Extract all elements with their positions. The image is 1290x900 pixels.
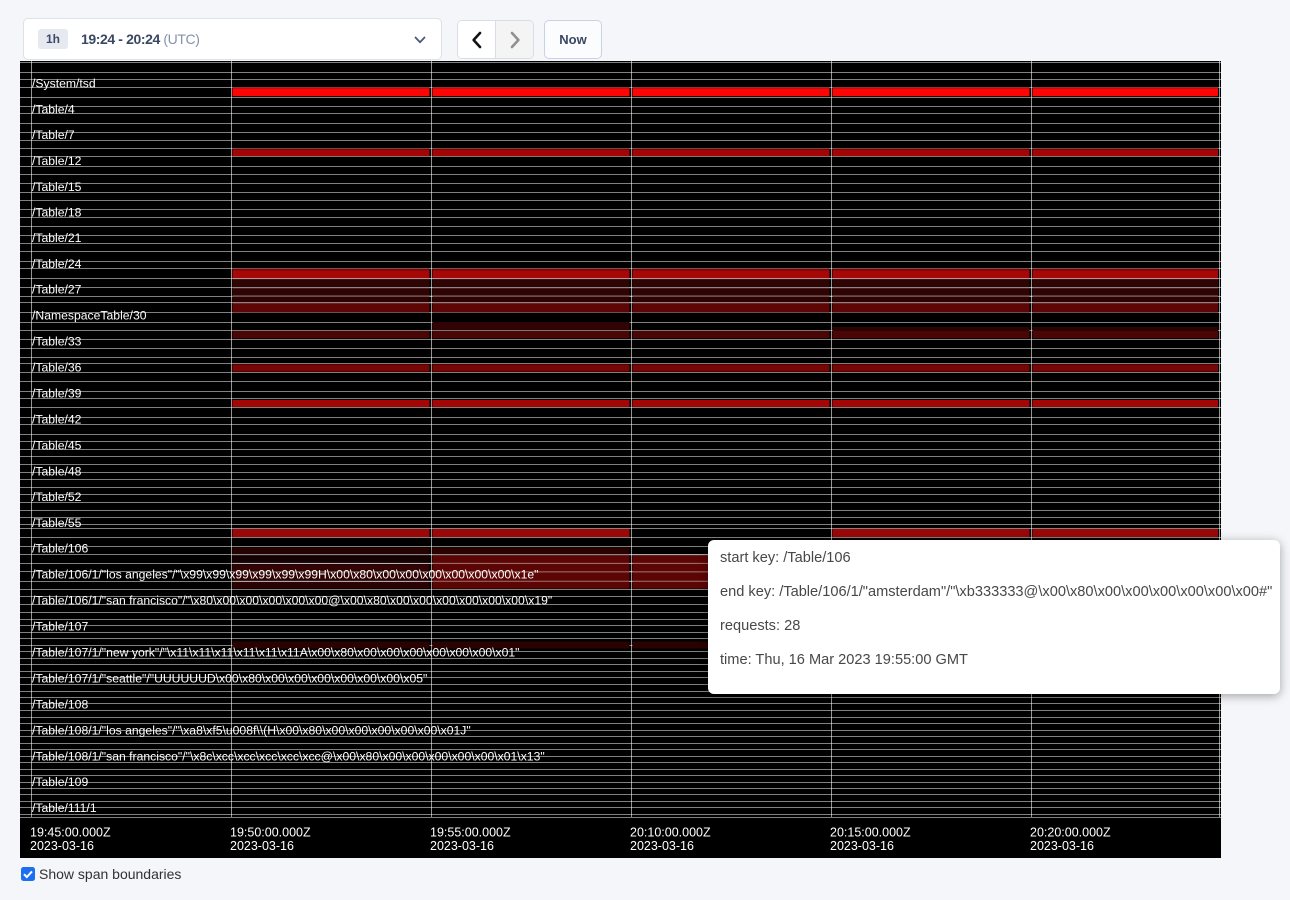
svg-text:/NamespaceTable/30: /NamespaceTable/30 [32, 309, 147, 323]
svg-text:2023-03-16: 2023-03-16 [830, 839, 894, 853]
svg-text:/Table/107/1/"new york"/"\x11\: /Table/107/1/"new york"/"\x11\x11\x11\x1… [32, 646, 520, 660]
svg-text:20:15:00.000Z: 20:15:00.000Z [830, 826, 911, 840]
svg-text:/Table/42: /Table/42 [32, 413, 82, 427]
svg-text:/Table/48: /Table/48 [32, 465, 82, 479]
svg-text:/Table/18: /Table/18 [32, 206, 82, 220]
svg-text:/Table/7: /Table/7 [32, 128, 75, 142]
svg-text:/Table/24: /Table/24 [32, 257, 82, 271]
svg-text:/Table/12: /Table/12 [32, 154, 82, 168]
svg-text:/Table/36: /Table/36 [32, 361, 82, 375]
svg-text:2023-03-16: 2023-03-16 [230, 839, 294, 853]
svg-text:20:20:00.000Z: 20:20:00.000Z [1030, 826, 1111, 840]
svg-text:/Table/52: /Table/52 [32, 490, 82, 504]
svg-text:/Table/45: /Table/45 [32, 439, 82, 453]
svg-text:/Table/108: /Table/108 [32, 698, 88, 712]
svg-text:2023-03-16: 2023-03-16 [630, 839, 694, 853]
svg-text:/System/tsd: /System/tsd [32, 77, 96, 91]
svg-text:/Table/106/1/"san francisco"/": /Table/106/1/"san francisco"/"\x80\x00\x… [32, 594, 552, 608]
svg-text:/Table/107/1/"seattle"/"UUUUUU: /Table/107/1/"seattle"/"UUUUUUD\x00\x80\… [32, 672, 427, 686]
svg-text:/Table/106/1/"los angeles"/"\x: /Table/106/1/"los angeles"/"\x99\x99\x99… [32, 568, 538, 582]
svg-text:/Table/108/1/"san francisco"/": /Table/108/1/"san francisco"/"\x8c\xcc\x… [32, 750, 545, 764]
svg-text:/Table/107: /Table/107 [32, 620, 88, 634]
svg-text:20:10:00.000Z: 20:10:00.000Z [630, 826, 711, 840]
svg-text:19:55:00.000Z: 19:55:00.000Z [430, 826, 511, 840]
svg-text:/Table/39: /Table/39 [32, 387, 82, 401]
svg-text:19:45:00.000Z: 19:45:00.000Z [30, 826, 111, 840]
svg-text:/Table/106: /Table/106 [32, 542, 88, 556]
svg-text:/Table/111/1: /Table/111/1 [32, 801, 97, 815]
svg-text:/Table/55: /Table/55 [32, 516, 82, 530]
svg-text:/Table/4: /Table/4 [32, 103, 75, 117]
svg-text:2023-03-16: 2023-03-16 [1030, 839, 1094, 853]
svg-text:19:50:00.000Z: 19:50:00.000Z [230, 826, 311, 840]
svg-text:2023-03-16: 2023-03-16 [430, 839, 494, 853]
svg-text:/Table/21: /Table/21 [32, 231, 82, 245]
svg-text:/Table/109: /Table/109 [32, 775, 88, 789]
svg-text:/Table/108/1/"los angeles"/"\x: /Table/108/1/"los angeles"/"\xa8\xf5\u00… [32, 724, 471, 738]
svg-text:2023-03-16: 2023-03-16 [30, 839, 94, 853]
svg-text:/Table/15: /Table/15 [32, 180, 82, 194]
svg-text:/Table/33: /Table/33 [32, 335, 82, 349]
svg-text:/Table/27: /Table/27 [32, 283, 82, 297]
